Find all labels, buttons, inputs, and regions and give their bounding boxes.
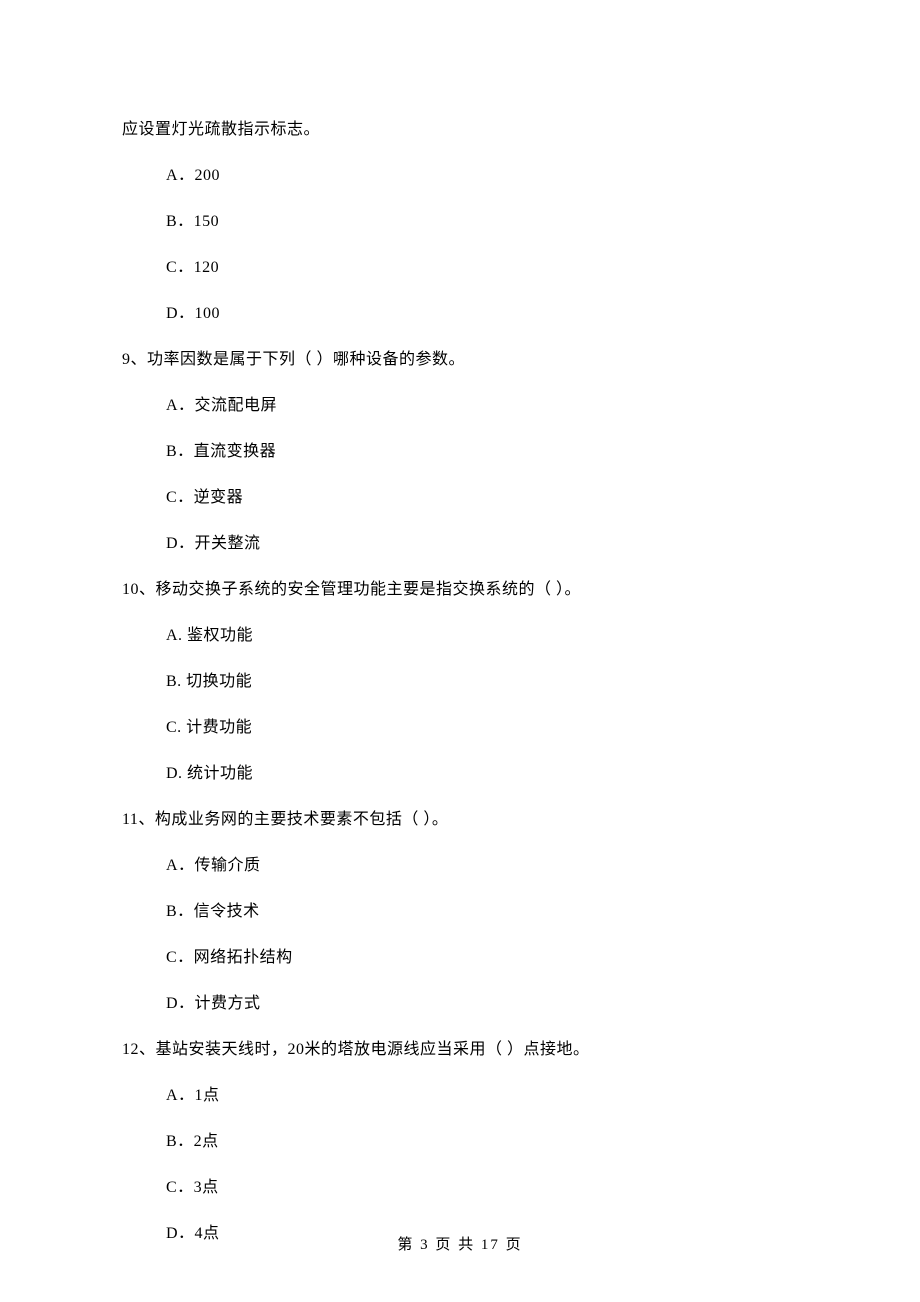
q9-option-b: B．直流变换器 [122, 440, 798, 464]
q10-option-b: B. 切换功能 [122, 670, 798, 694]
q10-option-c: C. 计费功能 [122, 716, 798, 740]
q11-text: 11、构成业务网的主要技术要素不包括（ ）。 [122, 808, 798, 832]
q11-option-d: D．计费方式 [122, 992, 798, 1016]
q9-option-c: C．逆变器 [122, 486, 798, 510]
q12-option-b: B．2点 [122, 1130, 798, 1154]
q11-option-b: B．信令技术 [122, 900, 798, 924]
q9-text: 9、功率因数是属于下列（ ）哪种设备的参数。 [122, 348, 798, 372]
continuation-text: 应设置灯光疏散指示标志。 [122, 118, 798, 142]
q10-option-d: D. 统计功能 [122, 762, 798, 786]
q8-option-a: A．200 [122, 164, 798, 188]
page-footer: 第 3 页 共 17 页 [0, 1233, 920, 1254]
q12-option-c: C．3点 [122, 1176, 798, 1200]
q11-option-a: A．传输介质 [122, 854, 798, 878]
q8-option-b: B．150 [122, 210, 798, 234]
document-page: 应设置灯光疏散指示标志。 A．200 B．150 C．120 D．100 9、功… [0, 0, 920, 1302]
q10-option-a: A. 鉴权功能 [122, 624, 798, 648]
q11-option-c: C．网络拓扑结构 [122, 946, 798, 970]
q12-option-a: A．1点 [122, 1084, 798, 1108]
q12-text: 12、基站安装天线时，20米的塔放电源线应当采用（ ）点接地。 [122, 1038, 798, 1062]
q8-option-c: C．120 [122, 256, 798, 280]
q9-option-d: D．开关整流 [122, 532, 798, 556]
q9-option-a: A．交流配电屏 [122, 394, 798, 418]
q10-text: 10、移动交换子系统的安全管理功能主要是指交换系统的（ ）。 [122, 578, 798, 602]
q8-option-d: D．100 [122, 302, 798, 326]
